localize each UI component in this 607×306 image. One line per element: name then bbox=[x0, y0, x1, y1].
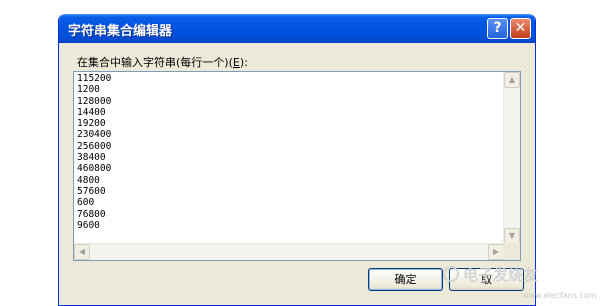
prompt-accelerator-key: E bbox=[232, 56, 240, 69]
brand-watermark: 电子发烧友 bbox=[463, 266, 539, 284]
scroll-down-button[interactable]: ▼ bbox=[504, 228, 520, 244]
chevron-up-icon: ▲ bbox=[508, 75, 516, 84]
horizontal-scrollbar[interactable]: ◀ ▶ bbox=[74, 243, 504, 260]
list-item: 460800 bbox=[77, 163, 112, 175]
title-bar[interactable]: 字符串集合编辑器 ? ✕ bbox=[59, 14, 535, 43]
string-lines[interactable]: 115200 1200 128000 14400 19200 230400 256000 38… bbox=[77, 73, 497, 245]
ok-button[interactable]: 确定 bbox=[368, 268, 443, 291]
prompt-text-end: ): bbox=[239, 56, 248, 69]
chevron-down-icon: ▼ bbox=[508, 231, 516, 240]
brand-watermark-url: www.elecfans.com bbox=[522, 291, 597, 300]
list-item: 256000 bbox=[77, 140, 112, 152]
list-item: 76800 bbox=[77, 208, 106, 220]
chevron-right-icon: ▶ bbox=[492, 247, 500, 256]
list-item: 230400 bbox=[77, 129, 112, 141]
scroll-right-button[interactable]: ▶ bbox=[488, 244, 504, 260]
scrollbar-corner bbox=[503, 243, 520, 260]
scroll-left-button[interactable]: ◀ bbox=[74, 244, 90, 260]
close-icon: ✕ bbox=[514, 20, 527, 36]
help-button[interactable]: ? bbox=[487, 18, 508, 39]
brand-logo-icon bbox=[443, 266, 459, 282]
input-prompt-label: 在集合中输入字符串(每行一个)(E): bbox=[77, 54, 248, 70]
list-item: 128000 bbox=[77, 95, 112, 107]
string-list-textarea[interactable]: 115200 1200 128000 14400 19200 230400 256000 38… bbox=[73, 71, 521, 261]
list-item: 9600 bbox=[77, 219, 100, 231]
list-item: 57600 bbox=[77, 185, 106, 197]
list-item: 38400 bbox=[77, 152, 106, 164]
scroll-up-button[interactable]: ▲ bbox=[504, 72, 520, 88]
vertical-scrollbar[interactable]: ▲ ▼ bbox=[503, 72, 520, 244]
list-item: 600 bbox=[77, 197, 95, 209]
list-item: 4800 bbox=[77, 174, 100, 186]
question-mark-icon: ? bbox=[493, 20, 502, 36]
list-item: 115200 bbox=[77, 73, 112, 84]
list-item: 1200 bbox=[77, 84, 100, 96]
window-title: 字符串集合编辑器 bbox=[68, 24, 173, 39]
string-collection-editor-dialog: 字符串集合编辑器 ? ✕ 在集合中输入字符串(每行一个)(E): 115200 1… bbox=[58, 14, 536, 306]
list-item: 19200 bbox=[77, 118, 106, 130]
list-item: 14400 bbox=[77, 106, 106, 118]
chevron-left-icon: ◀ bbox=[78, 247, 86, 256]
close-button[interactable]: ✕ bbox=[510, 18, 531, 39]
prompt-text-start: 在集合中输入字符串(每行一个)( bbox=[77, 56, 233, 69]
